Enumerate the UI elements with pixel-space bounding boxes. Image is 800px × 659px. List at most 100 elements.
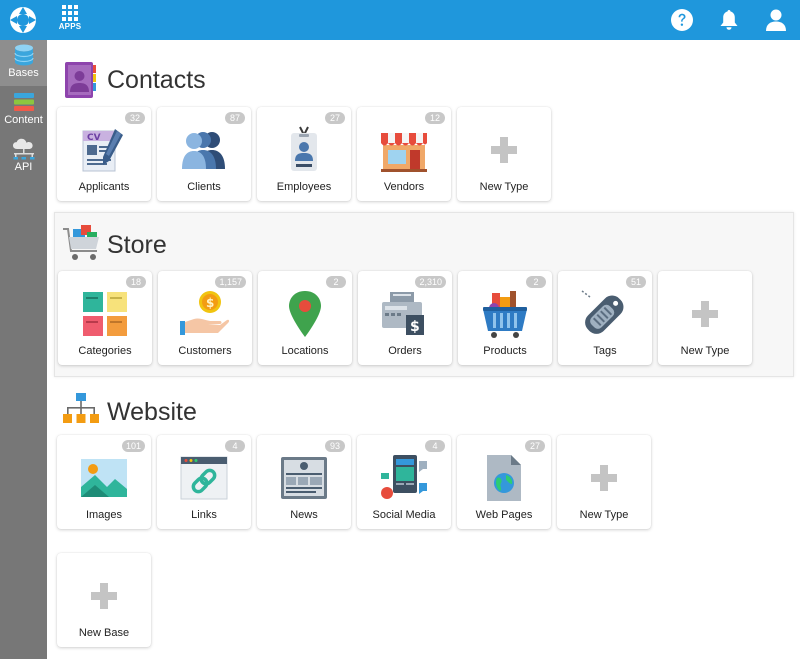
address-book-icon bbox=[65, 62, 96, 98]
sidebar-item-label: Content bbox=[4, 114, 43, 126]
card-label: Locations bbox=[281, 345, 329, 357]
card-label: Products bbox=[483, 345, 527, 357]
bell-icon[interactable] bbox=[717, 8, 741, 32]
layers-icon bbox=[13, 93, 34, 111]
sidebar-item-label: API bbox=[14, 161, 33, 173]
card-web-pages[interactable]: 27 Web Pages bbox=[457, 435, 551, 529]
cash-register-icon: $ bbox=[382, 292, 424, 335]
card-employees[interactable]: 27 Employees bbox=[257, 107, 351, 201]
count-badge: 1,157 bbox=[215, 276, 246, 288]
count-badge: 27 bbox=[525, 440, 545, 452]
count-badge: 12 bbox=[425, 112, 445, 124]
card-applicants[interactable]: 32 CV Applicants bbox=[57, 107, 151, 201]
card-label: Links bbox=[191, 509, 217, 521]
cloud-api-icon bbox=[12, 138, 34, 160]
card-label: Employees bbox=[276, 181, 332, 193]
user-icon[interactable] bbox=[764, 8, 788, 32]
card-label: Images bbox=[85, 509, 123, 521]
card-label: Tags bbox=[593, 345, 617, 357]
new-base-button[interactable]: New Base bbox=[57, 553, 151, 647]
count-badge: 27 bbox=[325, 112, 345, 124]
card-label: Customers bbox=[178, 345, 232, 357]
shopping-cart-icon bbox=[63, 225, 99, 260]
count-badge: 32 bbox=[125, 112, 145, 124]
card-label: Categories bbox=[78, 345, 132, 357]
card-social-media[interactable]: 4 Social Media bbox=[357, 435, 451, 529]
tag-icon bbox=[581, 290, 624, 334]
hand-coin-icon: $ bbox=[180, 291, 230, 335]
card-label: Social Media bbox=[372, 509, 436, 521]
count-badge: 18 bbox=[126, 276, 146, 288]
count-badge: 87 bbox=[225, 112, 245, 124]
chain-link-icon bbox=[180, 456, 228, 500]
count-badge: 4 bbox=[425, 440, 445, 452]
question-circle-icon[interactable] bbox=[670, 8, 694, 32]
plus-icon bbox=[591, 465, 617, 491]
count-badge: 51 bbox=[626, 276, 646, 288]
people-group-icon bbox=[182, 132, 225, 169]
card-vendors[interactable]: 12 Vendors bbox=[357, 107, 451, 201]
sidebar-item-api[interactable]: API bbox=[0, 134, 47, 180]
card-orders[interactable]: 2,310 $ Orders bbox=[358, 271, 452, 365]
new-type-button[interactable]: New Type bbox=[658, 271, 752, 365]
card-label: Web Pages bbox=[475, 509, 533, 521]
shopping-basket-icon bbox=[483, 291, 527, 338]
cv-document-icon: CV bbox=[82, 129, 123, 172]
id-badge-icon bbox=[291, 126, 317, 171]
plus-icon bbox=[491, 137, 517, 163]
count-badge: 93 bbox=[325, 440, 345, 452]
card-label: Applicants bbox=[78, 181, 130, 193]
web-page-icon bbox=[487, 455, 521, 501]
top-bar: APPS bbox=[0, 0, 800, 40]
sidebar-item-label: Bases bbox=[8, 67, 39, 79]
new-type-button[interactable]: New Type bbox=[557, 435, 651, 529]
svg-text:$: $ bbox=[410, 319, 420, 335]
card-categories[interactable]: 18 Categories bbox=[58, 271, 152, 365]
card-products[interactable]: 2 Products bbox=[458, 271, 552, 365]
database-icon bbox=[13, 44, 34, 66]
count-badge: 4 bbox=[225, 440, 245, 452]
lifebuoy-logo-icon[interactable] bbox=[8, 5, 38, 35]
sticky-notes-icon bbox=[83, 292, 127, 336]
card-locations[interactable]: 2 Locations bbox=[258, 271, 352, 365]
card-label: Clients bbox=[187, 181, 221, 193]
section-title: Store bbox=[107, 231, 167, 259]
count-badge: 2 bbox=[326, 276, 346, 288]
card-label: New Type bbox=[479, 181, 529, 193]
card-links[interactable]: 4 Links bbox=[157, 435, 251, 529]
section-store: Store 18 Categories 1,157 $ Customers 2 bbox=[54, 212, 794, 377]
plus-icon bbox=[692, 301, 718, 327]
count-badge: 2,310 bbox=[415, 276, 446, 288]
card-label: New Type bbox=[579, 509, 629, 521]
svg-text:CV: CV bbox=[87, 133, 101, 143]
section-title: Website bbox=[107, 398, 197, 426]
section-title: Contacts bbox=[107, 66, 206, 94]
count-badge: 2 bbox=[526, 276, 546, 288]
new-type-button[interactable]: New Type bbox=[457, 107, 551, 201]
card-label: Orders bbox=[388, 345, 422, 357]
count-badge: 101 bbox=[121, 440, 145, 452]
storefront-icon bbox=[381, 133, 427, 172]
card-label: News bbox=[290, 509, 318, 521]
social-media-icon bbox=[381, 455, 427, 499]
map-pin-icon bbox=[289, 291, 321, 337]
card-news[interactable]: 93 News bbox=[257, 435, 351, 529]
card-label: New Base bbox=[78, 627, 130, 639]
sidebar-item-bases[interactable]: Bases bbox=[0, 40, 47, 86]
svg-text:$: $ bbox=[206, 296, 214, 310]
card-clients[interactable]: 87 Clients bbox=[157, 107, 251, 201]
card-tags[interactable]: 51 Tags bbox=[558, 271, 652, 365]
sitemap-icon bbox=[63, 393, 99, 423]
image-icon bbox=[81, 459, 127, 497]
plus-icon bbox=[91, 583, 117, 609]
sidebar: Bases Content API bbox=[0, 40, 47, 659]
section-contacts: Contacts 32 CV Applicants 87 Clients 27 bbox=[47, 40, 800, 208]
section-website: Website 101 Images 4 Links 93 News 4 Soc… bbox=[47, 380, 800, 530]
card-customers[interactable]: 1,157 $ Customers bbox=[158, 271, 252, 365]
apps-label: APPS bbox=[58, 22, 82, 31]
apps-button[interactable]: APPS bbox=[56, 5, 84, 37]
card-images[interactable]: 101 Images bbox=[57, 435, 151, 529]
sidebar-item-content[interactable]: Content bbox=[0, 87, 47, 133]
newspaper-icon bbox=[281, 457, 327, 499]
card-label: Vendors bbox=[383, 181, 425, 193]
